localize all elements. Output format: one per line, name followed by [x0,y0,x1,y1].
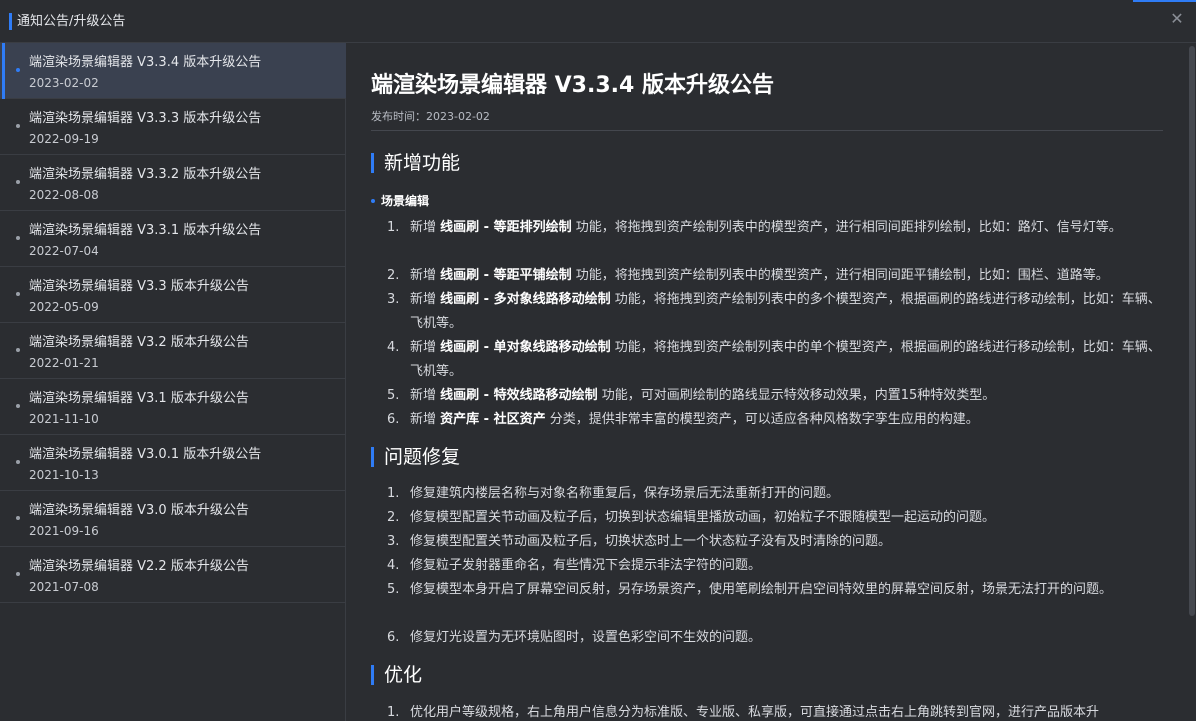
list-dot-icon [16,236,20,240]
item-number: 6. [387,630,400,645]
item-text: 新增 线画刷 - 等距排列绘制 功能，将拖拽到资产绘制列表中的模型资产，进行相同… [410,220,1122,235]
announcement-item-title: 端渲染场景编辑器 V3.3.2 版本升级公告 [29,167,262,182]
announcement-item-date: 2022-01-21 [29,356,99,370]
announcement-item[interactable]: 端渲染场景编辑器 V2.2 版本升级公告 2021-07-08 [0,547,346,603]
announcement-item[interactable]: 端渲染场景编辑器 V3.3.1 版本升级公告 2022-07-04 [0,211,346,267]
announcement-item-title: 端渲染场景编辑器 V3.3.3 版本升级公告 [29,111,262,126]
item-text: 修复粒子发射器重命名，有些情况下会提示非法字符的问题。 [410,558,762,573]
list-dot-icon [16,124,20,128]
publish-label: 发布时间： [371,110,426,123]
section-accent-bar [371,153,374,173]
dialog-titlebar: 通知公告/升级公告 ✕ [0,0,1196,43]
announcement-item-date: 2021-07-08 [29,580,99,594]
item-number: 3. [387,292,400,307]
title-accent-bar [9,13,12,30]
title-divider [371,130,1163,131]
list-dot-icon [16,572,20,576]
announcement-item-date: 2021-11-10 [29,412,99,426]
announcement-item-date: 2022-08-08 [29,188,99,202]
item-text: 新增 线画刷 - 单对象线路移动绘制 功能，将拖拽到资产绘制列表中的单个模型资产… [410,340,1161,379]
announcement-item[interactable]: 端渲染场景编辑器 V3.2 版本升级公告 2022-01-21 [0,323,346,379]
list-dot-icon [16,348,20,352]
bullet-icon [371,198,375,203]
item-text: 新增 线画刷 - 多对象线路移动绘制 功能，将拖拽到资产绘制列表中的多个模型资产… [410,292,1161,331]
item-text: 修复模型本身开启了屏幕空间反射，另存场景资产，使用笔刷绘制开启空间特效里的屏幕空… [410,582,1113,597]
publish-date: 2023-02-02 [426,110,490,123]
announcement-item[interactable]: 端渲染场景编辑器 V3.0 版本升级公告 2021-09-16 [0,491,346,547]
announcement-item-date: 2023-02-02 [29,76,99,90]
feature-name: 线画刷 - 等距平铺绘制 [440,268,572,283]
feature-name: 资产库 - 社区资产 [440,412,546,427]
active-dot-icon [16,68,20,72]
announcement-item[interactable]: 端渲染场景编辑器 V3.3.4 版本升级公告 2023-02-02 [0,43,346,99]
announcement-item[interactable]: 端渲染场景编辑器 V3.3.2 版本升级公告 2022-08-08 [0,155,346,211]
announcement-item-title: 端渲染场景编辑器 V3.0 版本升级公告 [29,503,249,518]
list-dot-icon [16,404,20,408]
item-number: 1. [387,486,400,501]
feature-name: 线画刷 - 多对象线路移动绘制 [440,292,611,307]
item-text: 新增 资产库 - 社区资产 分类，提供非常丰富的模型资产，可以适应各种风格数字孪… [410,412,979,427]
announcement-item-date: 2021-09-16 [29,524,99,538]
item-text: 优化用户等级规格，右上角用户信息分为标准版、专业版、私享版，可直接通过点击右上角… [410,705,1100,720]
item-number: 1. [387,220,400,235]
announcement-item-title: 端渲染场景编辑器 V3.2 版本升级公告 [29,335,249,350]
announcement-list: 端渲染场景编辑器 V3.3.4 版本升级公告 2023-02-02 端渲染场景编… [0,43,346,721]
subsection-heading-scene-edit: 场景编辑 [371,193,429,209]
close-icon[interactable]: ✕ [1168,10,1186,28]
announcement-item-date: 2021-10-13 [29,468,99,482]
announcement-item[interactable]: 端渲染场景编辑器 V3.0.1 版本升级公告 2021-10-13 [0,435,346,491]
item-text: 修复模型配置关节动画及粒子后，切换状态时上一个状态粒子没有及时清除的问题。 [410,534,892,549]
dialog-title: 通知公告/升级公告 [17,14,126,29]
item-text: 修复模型配置关节动画及粒子后，切换到状态编辑里播放动画，初始粒子不跟随模型一起运… [410,510,996,525]
item-number: 5. [387,388,400,403]
announcement-item-title: 端渲染场景编辑器 V2.2 版本升级公告 [29,559,249,574]
item-number: 5. [387,582,400,597]
item-number: 4. [387,558,400,573]
article-title: 端渲染场景编辑器 V3.3.4 版本升级公告 [371,73,774,98]
list-dot-icon [16,516,20,520]
content-scrollbar-thumb[interactable] [1189,46,1195,616]
item-text: 新增 线画刷 - 等距平铺绘制 功能，将拖拽到资产绘制列表中的模型资产，进行相同… [410,268,1109,283]
list-dot-icon [16,460,20,464]
section-title: 新增功能 [384,152,461,174]
item-text: 修复灯光设置为无环境贴图时，设置色彩空间不生效的问题。 [410,630,762,645]
section-title: 问题修复 [384,446,461,468]
publish-info: 发布时间：2023-02-02 [371,109,490,125]
list-dot-icon [16,292,20,296]
item-number: 2. [387,510,400,525]
announcement-item-title: 端渲染场景编辑器 V3.3 版本升级公告 [29,279,249,294]
item-number: 4. [387,340,400,355]
list-dot-icon [16,180,20,184]
feature-name: 线画刷 - 特效线路移动绘制 [440,388,598,403]
announcement-item-title: 端渲染场景编辑器 V3.3.1 版本升级公告 [29,223,262,238]
item-number: 2. [387,268,400,283]
section-accent-bar [371,447,374,467]
feature-name: 线画刷 - 等距排列绘制 [440,220,572,235]
announcement-item-title: 端渲染场景编辑器 V3.0.1 版本升级公告 [29,447,262,462]
subsection-title: 场景编辑 [381,194,430,208]
announcement-item-date: 2022-09-19 [29,132,99,146]
announcement-item[interactable]: 端渲染场景编辑器 V3.3.3 版本升级公告 2022-09-19 [0,99,346,155]
section-title: 优化 [384,664,423,686]
announcement-item-date: 2022-05-09 [29,300,99,314]
announcement-item-date: 2022-07-04 [29,244,99,258]
window-edge-highlight [1133,0,1196,2]
announcement-item-title: 端渲染场景编辑器 V3.3.4 版本升级公告 [29,55,262,70]
item-number: 3. [387,534,400,549]
feature-name: 线画刷 - 单对象线路移动绘制 [440,340,611,355]
announcement-item-title: 端渲染场景编辑器 V3.1 版本升级公告 [29,391,249,406]
item-text: 修复建筑内楼层名称与对象名称重复后，保存场景后无法重新打开的问题。 [410,486,840,501]
announcement-item[interactable]: 端渲染场景编辑器 V3.3 版本升级公告 2022-05-09 [0,267,346,323]
item-number: 6. [387,412,400,427]
section-accent-bar [371,665,374,685]
announcement-detail: 端渲染场景编辑器 V3.3.4 版本升级公告 发布时间：2023-02-02 新… [347,43,1187,721]
item-text: 新增 线画刷 - 特效线路移动绘制 功能，可对画刷绘制的路线显示特效移动效果，内… [410,388,996,403]
announcement-item[interactable]: 端渲染场景编辑器 V3.1 版本升级公告 2021-11-10 [0,379,346,435]
item-number: 1. [387,705,400,720]
